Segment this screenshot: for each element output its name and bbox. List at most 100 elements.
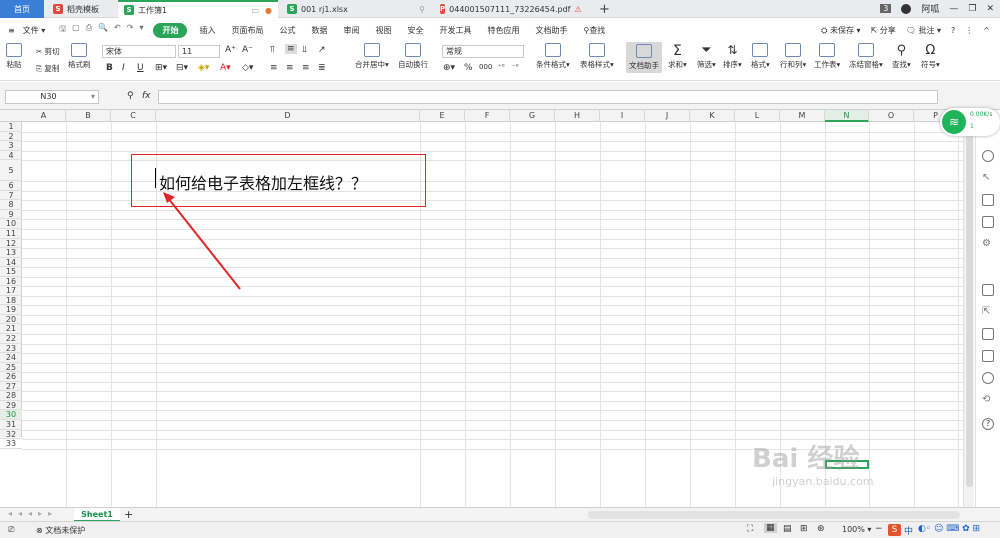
merge-border-icon[interactable]: ⊟▾: [176, 63, 188, 73]
template-icon[interactable]: [982, 328, 994, 340]
row-header-9[interactable]: 9: [0, 210, 22, 220]
formula-input[interactable]: [158, 90, 938, 104]
row-header-21[interactable]: 21: [0, 324, 22, 334]
network-widget[interactable]: ≋ 0.00K/s 1: [940, 108, 1000, 136]
menu-developer[interactable]: 开发工具: [431, 25, 479, 36]
row-header-6[interactable]: 6: [0, 181, 22, 191]
paste-button[interactable]: 粘贴: [6, 43, 22, 70]
avatar[interactable]: [901, 3, 912, 14]
bold-button[interactable]: B: [106, 63, 113, 73]
normal-view-icon[interactable]: ▦: [764, 523, 777, 533]
minimize-icon[interactable]: —: [949, 4, 958, 14]
more-icon[interactable]: ▾: [139, 23, 143, 37]
close-icon[interactable]: ✕: [986, 4, 994, 14]
row-header-33[interactable]: 33: [0, 439, 22, 449]
menu-features[interactable]: 特色应用: [479, 25, 527, 36]
more-menu-icon[interactable]: ⋮: [965, 26, 973, 35]
row-header-26[interactable]: 26: [0, 372, 22, 382]
save-icon[interactable]: 🖫: [59, 23, 66, 37]
row-header-7[interactable]: 7: [0, 191, 22, 201]
conditional-format-button[interactable]: 条件格式▾: [536, 43, 570, 70]
cut-button[interactable]: ✂ 剪切: [36, 46, 60, 57]
row-header-5[interactable]: 5: [0, 160, 22, 182]
sheet-nav-icon[interactable]: ◂◂◂▸▸: [8, 509, 58, 518]
row-header-27[interactable]: 27: [0, 382, 22, 392]
menu-view[interactable]: 视图: [367, 25, 399, 36]
row-header-23[interactable]: 23: [0, 344, 22, 354]
macro-icon[interactable]: ⎚: [8, 525, 14, 535]
tab-rj1-xlsx[interactable]: S 001 rj1.xlsx ⚲: [281, 0, 431, 18]
chart-icon[interactable]: [982, 216, 994, 228]
menu-security[interactable]: 安全: [399, 25, 431, 36]
percent-button[interactable]: %: [464, 63, 473, 73]
page-break-icon[interactable]: ⊞: [800, 524, 808, 534]
currency-icon[interactable]: ⊕▾: [443, 63, 455, 73]
column-header-j[interactable]: J: [645, 110, 690, 122]
unsaved-button[interactable]: ⛭ 未保存 ▾: [821, 25, 861, 36]
row-header-31[interactable]: 31: [0, 420, 22, 430]
add-sheet-button[interactable]: +: [124, 508, 133, 521]
maximize-icon[interactable]: ❐: [968, 4, 976, 14]
sort-button[interactable]: ⇅ 排序▾: [723, 43, 742, 70]
cell-d5-text[interactable]: 如何给电子表格加左框线？？: [159, 170, 367, 194]
merge-center-button[interactable]: 合并居中▾: [355, 43, 389, 70]
tab-home[interactable]: 首页: [0, 0, 44, 18]
row-header-19[interactable]: 19: [0, 305, 22, 315]
column-header-c[interactable]: C: [111, 110, 156, 122]
align-bottom-icon[interactable]: ⫫: [302, 45, 307, 55]
font-size-select[interactable]: 11: [178, 45, 220, 58]
shapes-icon[interactable]: [982, 194, 994, 206]
column-header-o[interactable]: O: [869, 110, 914, 122]
row-header-4[interactable]: 4: [0, 151, 22, 161]
column-header-m[interactable]: M: [780, 110, 825, 122]
row-header-28[interactable]: 28: [0, 391, 22, 401]
column-header-g[interactable]: G: [510, 110, 555, 122]
number-format-select[interactable]: 常规: [442, 45, 524, 58]
font-name-select[interactable]: 宋体: [102, 45, 176, 58]
menu-review[interactable]: 审阅: [335, 25, 367, 36]
menu-insert[interactable]: 插入: [191, 25, 223, 36]
history-icon[interactable]: ⟲: [982, 394, 994, 406]
row-header-16[interactable]: 16: [0, 277, 22, 287]
freeze-button[interactable]: 冻结窗格▾: [849, 43, 883, 70]
sum-button[interactable]: Σ 求和▾: [668, 43, 687, 70]
reading-mode-icon[interactable]: ⊛: [817, 524, 825, 534]
row-header-12[interactable]: 12: [0, 239, 22, 249]
align-top-icon[interactable]: ⫪: [270, 45, 275, 55]
menu-page-layout[interactable]: 页面布局: [223, 25, 271, 36]
redo-icon[interactable]: ↷: [127, 23, 134, 37]
tab-docer[interactable]: S 稻壳模板: [47, 0, 117, 18]
backup-icon[interactable]: [982, 284, 994, 296]
scroll-thumb[interactable]: [966, 132, 973, 487]
tab-pdf[interactable]: P 044001507111_73226454.pdf ⚠: [434, 0, 584, 18]
row-header-8[interactable]: 8: [0, 200, 22, 210]
sogou-ime-icon[interactable]: S: [888, 524, 901, 536]
sheet-tab-sheet1[interactable]: Sheet1: [74, 508, 120, 522]
clear-icon[interactable]: ◇▾: [242, 63, 253, 73]
column-header-l[interactable]: L: [735, 110, 780, 122]
thousands-button[interactable]: 000: [479, 63, 492, 71]
window-icon[interactable]: ▭: [251, 6, 259, 15]
protect-status[interactable]: ⊗ 文档未保护: [36, 525, 85, 536]
pivot-icon[interactable]: ⚙: [982, 238, 994, 250]
row-header-32[interactable]: 32: [0, 430, 22, 440]
format-painter-button[interactable]: 格式刷: [68, 43, 91, 70]
ime-punct-icon[interactable]: ◐◦ ☺ ⌨ ✿ ⊞: [918, 524, 980, 534]
doc-helper-button[interactable]: 文档助手: [626, 42, 662, 73]
column-header-f[interactable]: F: [465, 110, 510, 122]
column-header-h[interactable]: H: [555, 110, 600, 122]
share-button[interactable]: ⇱ 分享: [871, 25, 896, 36]
row-header-1[interactable]: 1: [0, 122, 22, 132]
print-icon[interactable]: ⎙: [86, 23, 92, 37]
undo-icon[interactable]: ↶: [114, 23, 121, 37]
decrease-decimal-icon[interactable]: ⁻⁰: [512, 63, 519, 71]
menu-doc-helper[interactable]: 文档助手: [527, 25, 575, 36]
copy-button[interactable]: ⎘ 复制: [36, 63, 59, 74]
row-header-17[interactable]: 17: [0, 286, 22, 296]
zoom-formula-icon[interactable]: ⚲: [127, 91, 134, 101]
wrap-text-button[interactable]: 自动换行: [398, 43, 428, 70]
shrink-font-icon[interactable]: A⁻: [242, 45, 253, 55]
menu-file[interactable]: 文件 ▾: [15, 25, 54, 36]
column-header-n[interactable]: N: [825, 110, 869, 122]
image-icon[interactable]: [982, 350, 994, 362]
